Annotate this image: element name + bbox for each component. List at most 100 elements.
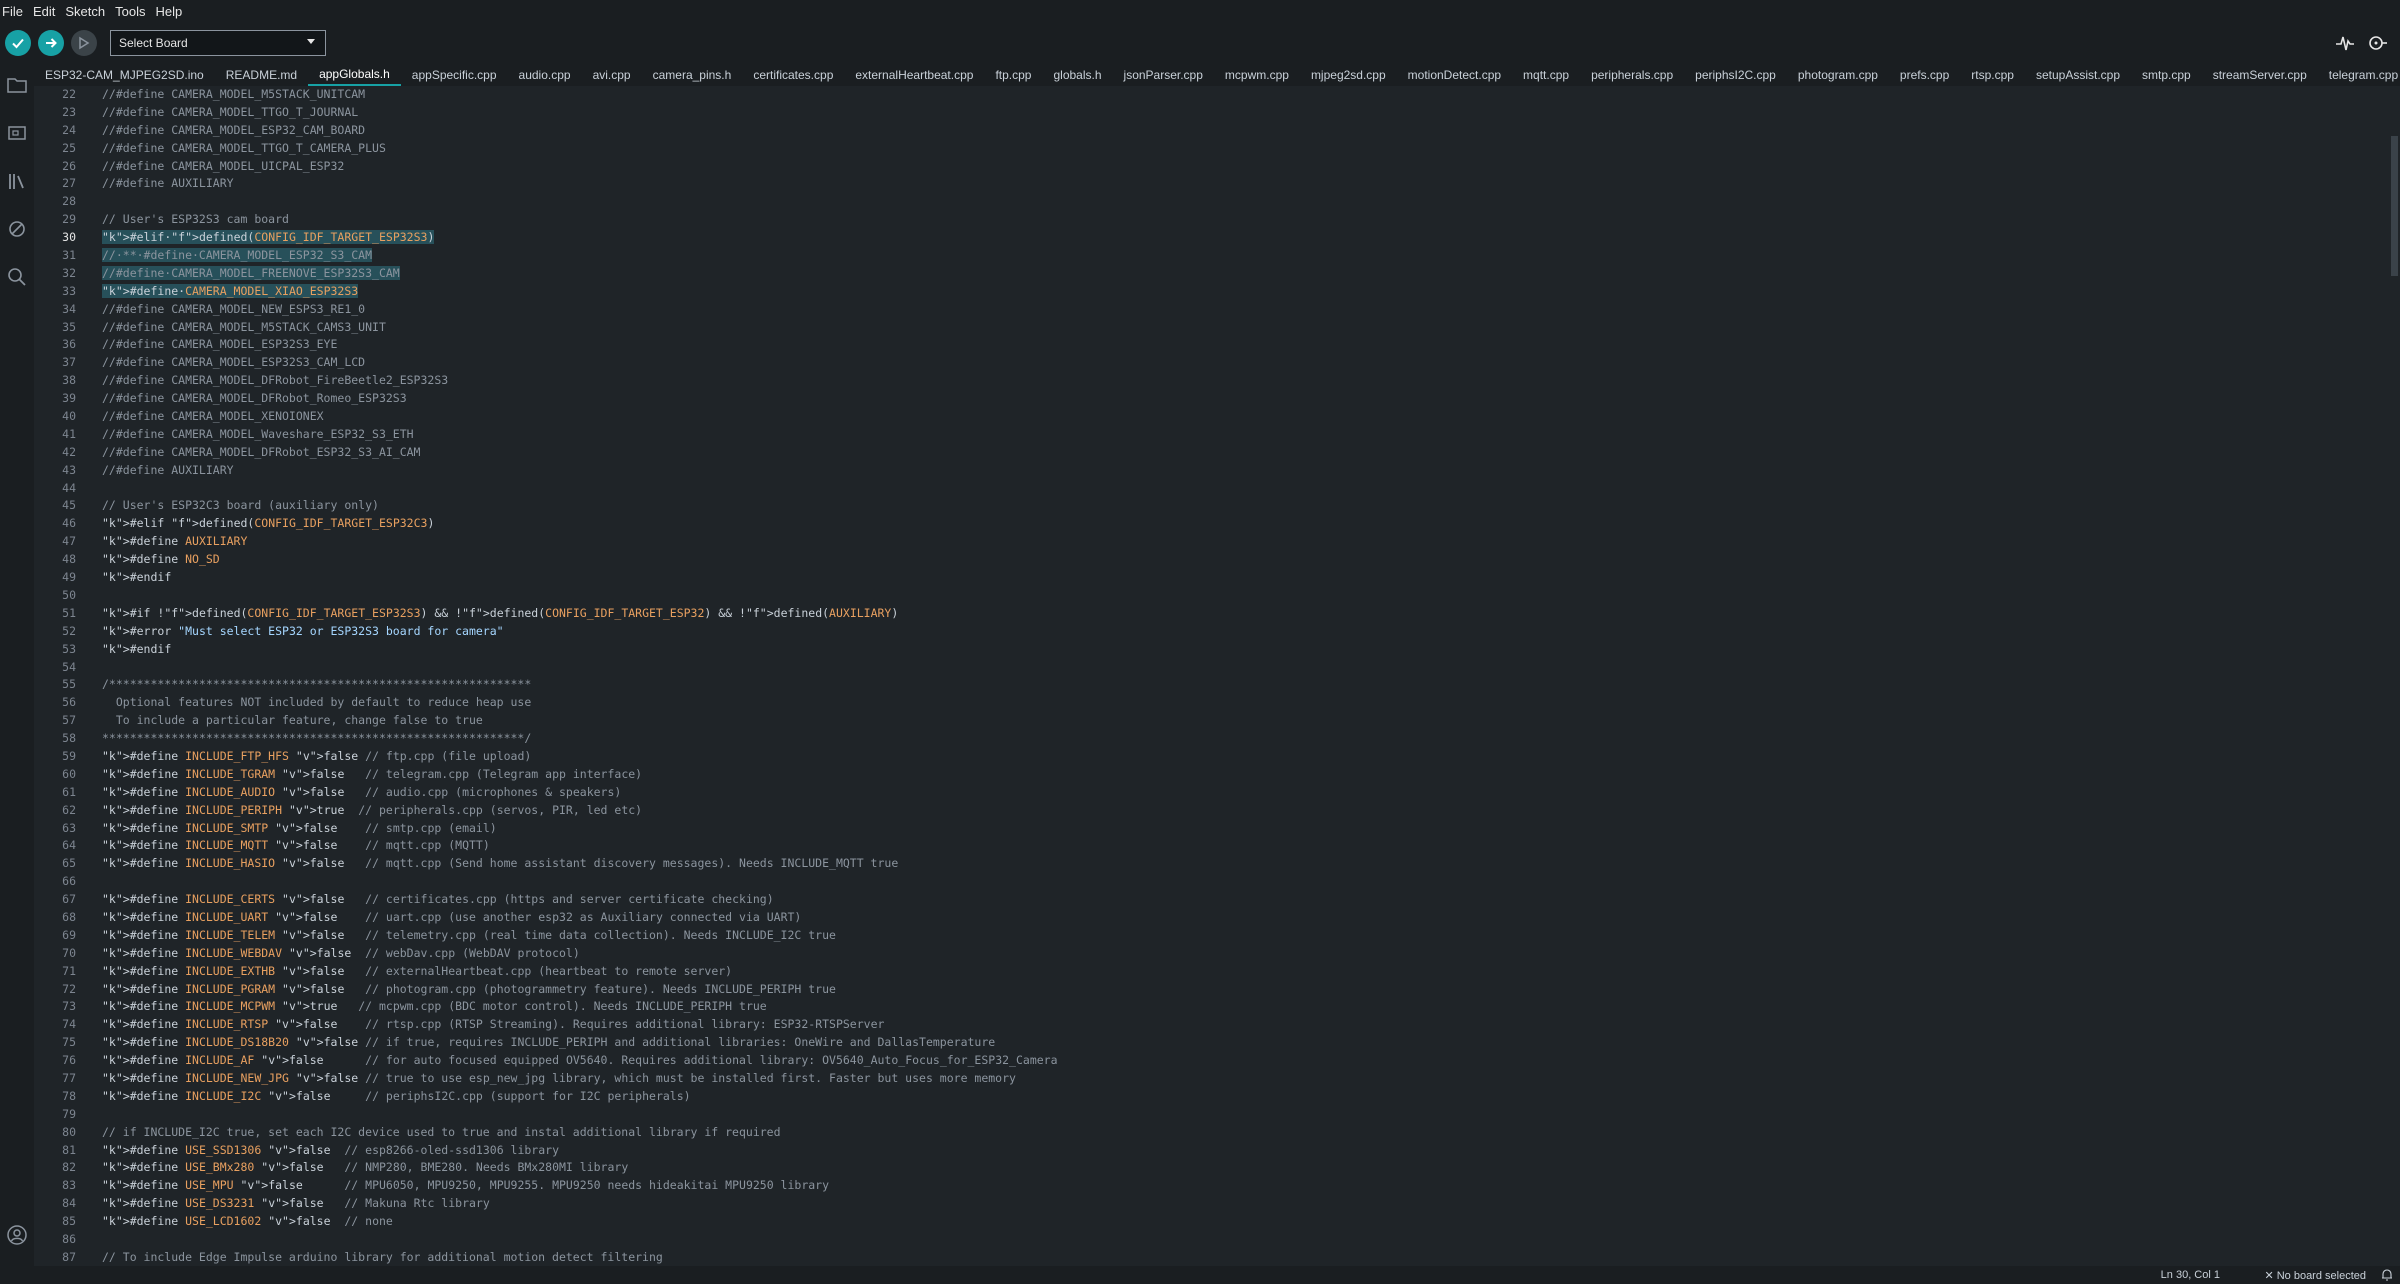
tab-17[interactable]: periphsI2C.cpp: [1684, 64, 1787, 86]
code-line[interactable]: //#define CAMERA_MODEL_M5STACK_UNITCAM: [102, 86, 2380, 104]
cursor-position[interactable]: Ln 30, Col 1: [2161, 1269, 2220, 1281]
code-line[interactable]: To include a particular feature, change …: [102, 712, 2380, 730]
tab-9[interactable]: ftp.cpp: [984, 64, 1042, 86]
code-line[interactable]: "k">#define INCLUDE_CERTS "v">false // c…: [102, 891, 2380, 909]
code-line[interactable]: // User's ESP32S3 cam board: [102, 211, 2380, 229]
tab-2[interactable]: appGlobals.h: [308, 64, 401, 86]
code-line[interactable]: "k">#define INCLUDE_WEBDAV "v">false // …: [102, 945, 2380, 963]
code-line[interactable]: "k">#define INCLUDE_AUDIO "v">false // a…: [102, 784, 2380, 802]
code-line[interactable]: "k">#define INCLUDE_PGRAM "v">false // p…: [102, 981, 2380, 999]
menu-edit[interactable]: Edit: [31, 4, 63, 19]
code-line[interactable]: "k">#endif: [102, 641, 2380, 659]
code-line[interactable]: ****************************************…: [102, 730, 2380, 748]
code-line[interactable]: /***************************************…: [102, 676, 2380, 694]
code-line[interactable]: "k">#define USE_SSD1306 "v">false // esp…: [102, 1142, 2380, 1160]
code-line[interactable]: "k">#elif·"f">defined(CONFIG_IDF_TARGET_…: [102, 229, 2380, 247]
code-line[interactable]: //·**·#define·CAMERA_MODEL_ESP32_S3_CAM: [102, 247, 2380, 265]
code-line[interactable]: "k">#error "Must select ESP32 or ESP32S3…: [102, 623, 2380, 641]
code-editor[interactable]: 22 23 24 25 26 27 28 29 30 31 32 33 34 35 36 37 38 39 40 41…: [34, 86, 2400, 1266]
folder-icon[interactable]: [6, 74, 28, 96]
user-profile-icon[interactable]: [6, 1224, 28, 1246]
library-icon[interactable]: [6, 170, 28, 192]
code-line[interactable]: "k">#define AUXILIARY: [102, 533, 2380, 551]
search-icon[interactable]: [6, 266, 28, 288]
tab-3[interactable]: appSpecific.cpp: [401, 64, 508, 86]
tab-6[interactable]: camera_pins.h: [642, 64, 743, 86]
tab-1[interactable]: README.md: [215, 64, 308, 86]
tab-5[interactable]: avi.cpp: [582, 64, 642, 86]
tab-20[interactable]: rtsp.cpp: [1960, 64, 2025, 86]
verify-button[interactable]: [5, 30, 31, 56]
menu-sketch[interactable]: Sketch: [63, 4, 113, 19]
code-line[interactable]: //#define·CAMERA_MODEL_FREENOVE_ESP32S3_…: [102, 265, 2380, 283]
code-line[interactable]: "k">#define INCLUDE_MCPWM "v">true // mc…: [102, 998, 2380, 1016]
tab-18[interactable]: photogram.cpp: [1787, 64, 1889, 86]
code-line[interactable]: "k">#define INCLUDE_AF "v">false // for …: [102, 1052, 2380, 1070]
tab-23[interactable]: streamServer.cpp: [2202, 64, 2318, 86]
code-line[interactable]: "k">#define INCLUDE_RTSP "v">false // rt…: [102, 1016, 2380, 1034]
code-line[interactable]: //#define CAMERA_MODEL_XENOIONEX: [102, 408, 2380, 426]
tab-19[interactable]: prefs.cpp: [1889, 64, 1960, 86]
code-line[interactable]: "k">#define NO_SD: [102, 551, 2380, 569]
tab-13[interactable]: mjpeg2sd.cpp: [1300, 64, 1397, 86]
code-line[interactable]: //#define CAMERA_MODEL_ESP32S3_CAM_LCD: [102, 354, 2380, 372]
tab-16[interactable]: peripherals.cpp: [1580, 64, 1684, 86]
menu-help[interactable]: Help: [153, 4, 190, 19]
code-line[interactable]: "k">#define INCLUDE_NEW_JPG "v">false //…: [102, 1070, 2380, 1088]
bell-icon[interactable]: [2380, 1268, 2394, 1282]
scrollbar-thumb[interactable]: [2391, 136, 2398, 276]
code-line[interactable]: //#define CAMERA_MODEL_Waveshare_ESP32_S…: [102, 426, 2380, 444]
upload-button[interactable]: [38, 30, 64, 56]
code-line[interactable]: //#define CAMERA_MODEL_M5STACK_CAMS3_UNI…: [102, 319, 2380, 337]
code-content[interactable]: //#define CAMERA_MODEL_M5STACK_UNITCAM //…: [102, 86, 2380, 1266]
debug-disabled-icon[interactable]: [6, 218, 28, 240]
tab-7[interactable]: certificates.cpp: [742, 64, 844, 86]
code-line[interactable]: "k">#define USE_LCD1602 "v">false // non…: [102, 1213, 2380, 1231]
code-line[interactable]: "k">#define USE_BMx280 "v">false // NMP2…: [102, 1159, 2380, 1177]
code-line[interactable]: [102, 193, 2380, 211]
code-line[interactable]: "k">#define INCLUDE_MQTT "v">false // mq…: [102, 837, 2380, 855]
tab-14[interactable]: motionDetect.cpp: [1397, 64, 1512, 86]
code-line[interactable]: "k">#define INCLUDE_FTP_HFS "v">false //…: [102, 748, 2380, 766]
code-line[interactable]: "k">#define USE_MPU "v">false // MPU6050…: [102, 1177, 2380, 1195]
code-line[interactable]: //#define CAMERA_MODEL_DFRobot_Romeo_ESP…: [102, 390, 2380, 408]
code-line[interactable]: //#define CAMERA_MODEL_ESP32_CAM_BOARD: [102, 122, 2380, 140]
serial-plotter-icon[interactable]: [2334, 32, 2356, 54]
code-line[interactable]: [102, 1231, 2380, 1249]
code-line[interactable]: "k">#define USE_DS3231 "v">false // Maku…: [102, 1195, 2380, 1213]
code-line[interactable]: "k">#define INCLUDE_I2C "v">false // per…: [102, 1088, 2380, 1106]
tab-21[interactable]: setupAssist.cpp: [2025, 64, 2131, 86]
code-line[interactable]: [102, 480, 2380, 498]
tab-15[interactable]: mqtt.cpp: [1512, 64, 1580, 86]
code-line[interactable]: "k">#define INCLUDE_SMTP "v">false // sm…: [102, 820, 2380, 838]
code-line[interactable]: "k">#endif: [102, 569, 2380, 587]
tab-0[interactable]: ESP32-CAM_MJPEG2SD.ino: [34, 64, 215, 86]
code-line[interactable]: [102, 587, 2380, 605]
code-line[interactable]: // if INCLUDE_I2C true, set each I2C dev…: [102, 1124, 2380, 1142]
code-line[interactable]: //#define CAMERA_MODEL_NEW_ESPS3_RE1_0: [102, 301, 2380, 319]
tab-22[interactable]: smtp.cpp: [2131, 64, 2202, 86]
tab-24[interactable]: telegram.cpp: [2318, 64, 2400, 86]
menu-tools[interactable]: Tools: [113, 4, 153, 19]
code-line[interactable]: //#define CAMERA_MODEL_DFRobot_ESP32_S3_…: [102, 444, 2380, 462]
code-line[interactable]: //#define CAMERA_MODEL_DFRobot_FireBeetl…: [102, 372, 2380, 390]
code-line[interactable]: "k">#if !"f">defined(CONFIG_IDF_TARGET_E…: [102, 605, 2380, 623]
code-line[interactable]: "k">#define·CAMERA_MODEL_XIAO_ESP32S3: [102, 283, 2380, 301]
tab-11[interactable]: jsonParser.cpp: [1113, 64, 1214, 86]
code-line[interactable]: [102, 659, 2380, 677]
serial-monitor-icon[interactable]: [2366, 32, 2388, 54]
tab-10[interactable]: globals.h: [1042, 64, 1112, 86]
code-line[interactable]: Optional features NOT included by defaul…: [102, 694, 2380, 712]
editor-scrollbar[interactable]: [2390, 86, 2400, 1266]
board-status[interactable]: ✕ No board selected: [2264, 1269, 2366, 1282]
code-line[interactable]: "k">#elif "f">defined(CONFIG_IDF_TARGET_…: [102, 515, 2380, 533]
code-line[interactable]: //#define AUXILIARY: [102, 462, 2380, 480]
board-select-dropdown[interactable]: Select Board: [110, 30, 326, 56]
code-line[interactable]: // User's ESP32C3 board (auxiliary only): [102, 497, 2380, 515]
code-line[interactable]: "k">#define INCLUDE_PERIPH "v">true // p…: [102, 802, 2380, 820]
code-line[interactable]: "k">#define INCLUDE_UART "v">false // ua…: [102, 909, 2380, 927]
code-line[interactable]: //#define CAMERA_MODEL_TTGO_T_CAMERA_PLU…: [102, 140, 2380, 158]
code-line[interactable]: [102, 1106, 2380, 1124]
code-line[interactable]: // To include Edge Impulse arduino libra…: [102, 1249, 2380, 1266]
code-line[interactable]: "k">#define INCLUDE_TELEM "v">false // t…: [102, 927, 2380, 945]
